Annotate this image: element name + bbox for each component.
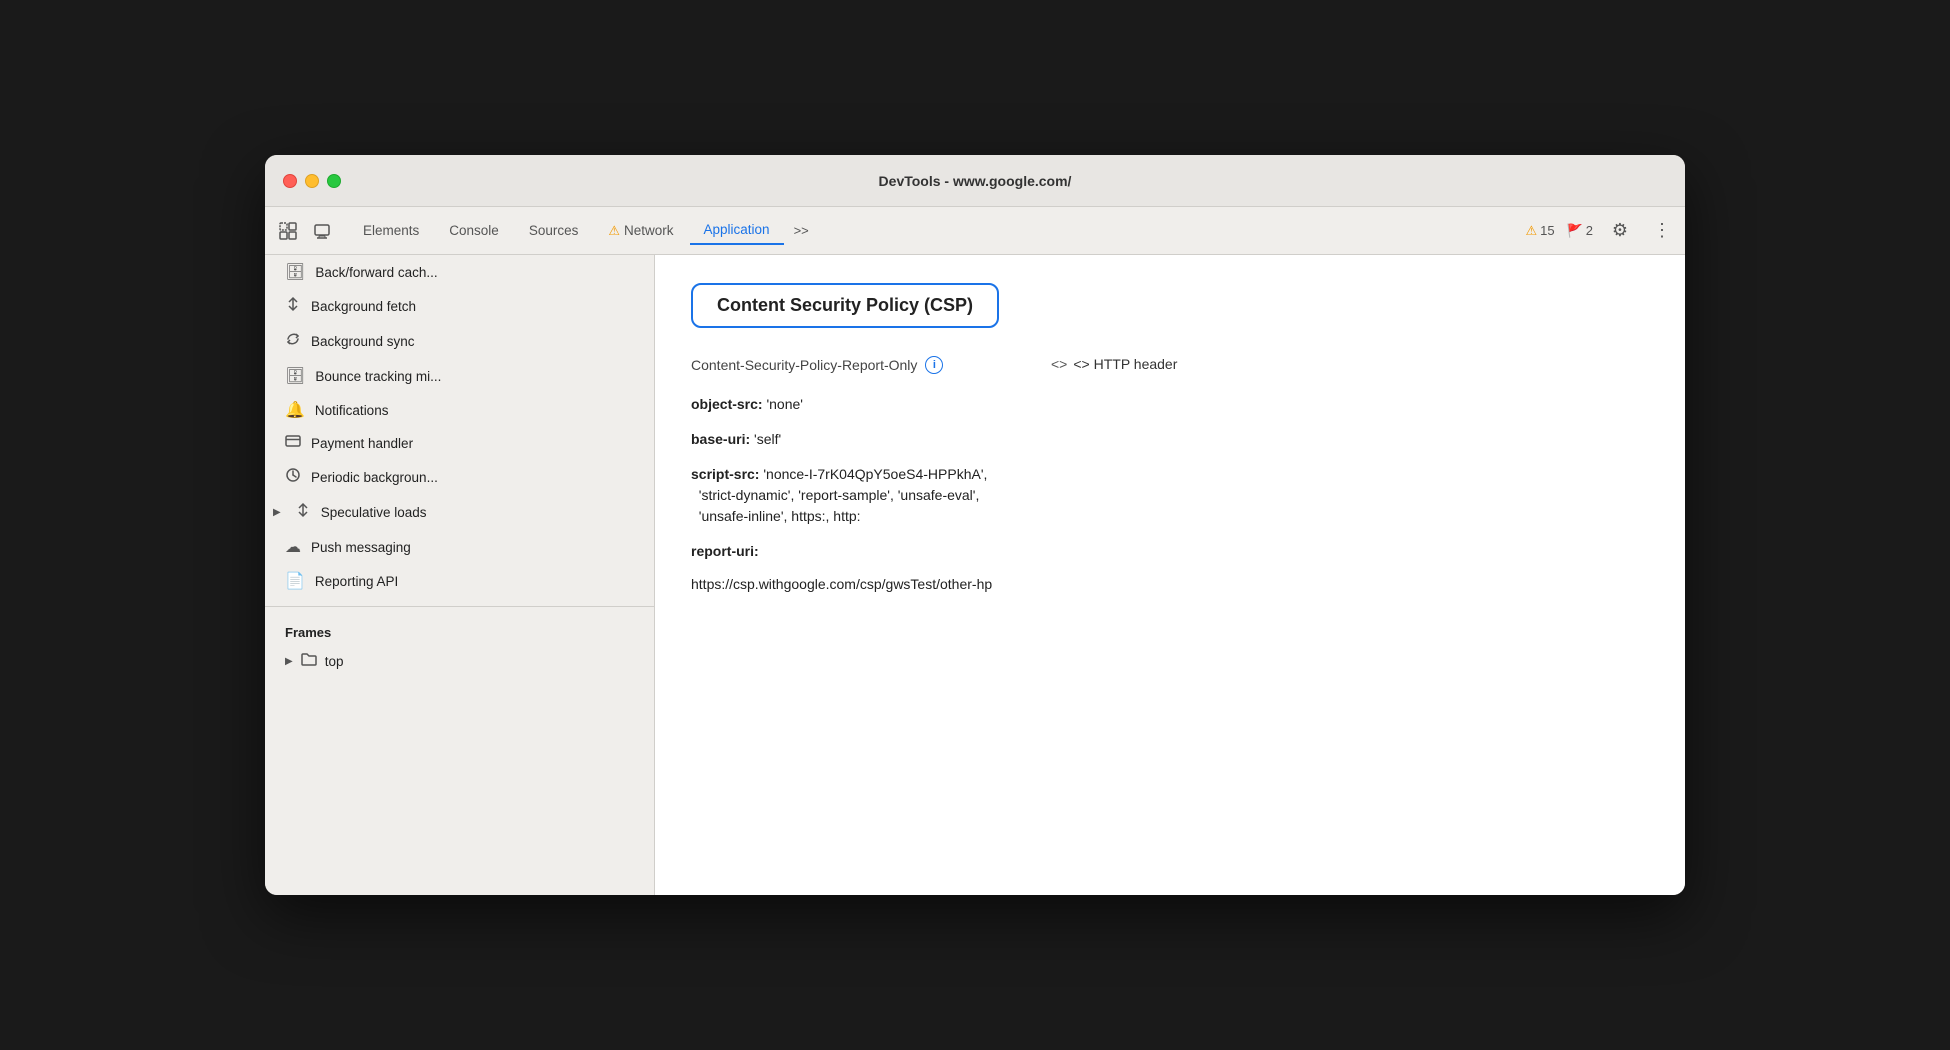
inspect-icon[interactable] <box>273 216 303 246</box>
tab-actions: ⚠ 15 🚩 2 ⚙ ⋮ <box>1525 216 1677 246</box>
directive-key-script-src: script-src: <box>691 466 759 482</box>
csp-policy-row: Content-Security-Policy-Report-Only i <>… <box>691 356 1649 374</box>
sidebar-item-background-fetch[interactable]: Background fetch <box>265 289 654 324</box>
csp-report-url: https://csp.withgoogle.com/csp/gwsTest/o… <box>691 576 1649 592</box>
directive-script-src: script-src: 'nonce-I-7rK04QpY5oeS4-HPPkh… <box>691 464 1649 527</box>
directive-key-report-uri: report-uri: <box>691 543 759 559</box>
tab-network[interactable]: ⚠ Network <box>594 217 687 245</box>
error-count: 2 <box>1586 223 1593 238</box>
sidebar-label-background-fetch: Background fetch <box>311 299 416 314</box>
code-brackets-icon: <> <box>1051 356 1067 372</box>
csp-policy-name: Content-Security-Policy-Report-Only <box>691 357 917 373</box>
csp-policy-source-col: <> <> HTTP header <box>1051 356 1649 372</box>
http-header: <> <> HTTP header <box>1051 356 1649 372</box>
directive-object-src: object-src: 'none' <box>691 394 1649 415</box>
csp-policy-name-col: Content-Security-Policy-Report-Only i <box>691 356 1031 374</box>
directive-key-base-uri: base-uri: <box>691 431 750 447</box>
sidebar-label-payment-handler: Payment handler <box>311 436 413 451</box>
csp-title: Content Security Policy (CSP) <box>717 295 973 315</box>
warning-badge[interactable]: ⚠ 15 <box>1525 223 1554 239</box>
sidebar-label-background-sync: Background sync <box>311 334 415 349</box>
http-header-label: <> HTTP header <box>1073 356 1177 372</box>
frames-folder-icon <box>301 652 317 670</box>
sidebar-label-speculative-loads: Speculative loads <box>321 505 427 520</box>
frames-top-item[interactable]: ▶ top <box>265 646 654 676</box>
error-badge[interactable]: 🚩 2 <box>1567 223 1593 239</box>
title-bar: DevTools - www.google.com/ <box>265 155 1685 207</box>
minimize-button[interactable] <box>305 174 319 188</box>
traffic-lights <box>283 174 341 188</box>
sidebar-item-speculative-loads[interactable]: ▶ Speculative loads <box>265 495 654 530</box>
tab-console[interactable]: Console <box>435 217 513 244</box>
sidebar-item-notifications[interactable]: 🔔 Notifications <box>265 393 654 427</box>
info-icon[interactable]: i <box>925 356 943 374</box>
notifications-icon: 🔔 <box>285 400 305 420</box>
devtools-icon-group <box>273 216 337 246</box>
background-sync-icon <box>285 331 301 352</box>
sidebar-item-reporting-api[interactable]: 📄 Reporting API <box>265 564 654 598</box>
directive-report-uri: report-uri: <box>691 541 1649 562</box>
csp-title-box: Content Security Policy (CSP) <box>691 283 999 328</box>
sidebar-label-periodic-background: Periodic backgroun... <box>311 470 438 485</box>
sidebar-item-back-forward-cache[interactable]: 🗄 Back/forward cach... <box>265 255 654 289</box>
sidebar-item-payment-handler[interactable]: Payment handler <box>265 427 654 460</box>
directive-key-object-src: object-src: <box>691 396 763 412</box>
sidebar-label-push-messaging: Push messaging <box>311 540 411 555</box>
frames-heading: Frames <box>265 615 654 646</box>
more-tabs-button[interactable]: >> <box>786 217 817 244</box>
settings-button[interactable]: ⚙ <box>1605 216 1635 246</box>
tabs-list: Elements Console Sources ⚠ Network Appli… <box>349 216 1525 245</box>
sidebar-label-back-forward: Back/forward cach... <box>315 265 437 280</box>
network-warning-icon: ⚠ <box>608 223 620 239</box>
sidebar-item-push-messaging[interactable]: ☁ Push messaging <box>265 530 654 564</box>
devtools-window: DevTools - www.google.com/ <box>265 155 1685 895</box>
speculative-loads-icon <box>295 502 311 523</box>
sidebar: 🗄 Back/forward cach... Background fetch <box>265 255 655 895</box>
reporting-api-icon: 📄 <box>285 571 305 591</box>
bounce-tracking-icon: 🗄 <box>285 366 305 386</box>
tab-sources[interactable]: Sources <box>515 217 593 244</box>
periodic-background-icon <box>285 467 301 488</box>
tab-bar: Elements Console Sources ⚠ Network Appli… <box>265 207 1685 255</box>
back-forward-cache-icon: 🗄 <box>285 262 305 282</box>
frames-top-label: top <box>325 654 344 669</box>
content-panel: Content Security Policy (CSP) Content-Se… <box>655 255 1685 895</box>
maximize-button[interactable] <box>327 174 341 188</box>
window-title: DevTools - www.google.com/ <box>879 173 1072 189</box>
frames-top-arrow-icon: ▶ <box>285 656 293 667</box>
device-icon[interactable] <box>307 216 337 246</box>
sidebar-item-periodic-background[interactable]: Periodic backgroun... <box>265 460 654 495</box>
more-options-button[interactable]: ⋮ <box>1647 216 1677 246</box>
close-button[interactable] <box>283 174 297 188</box>
sidebar-label-bounce-tracking: Bounce tracking mi... <box>315 369 441 384</box>
tab-application[interactable]: Application <box>690 216 784 245</box>
background-fetch-icon <box>285 296 301 317</box>
sidebar-label-reporting-api: Reporting API <box>315 574 398 589</box>
warning-icon: ⚠ <box>1525 223 1537 239</box>
tab-elements[interactable]: Elements <box>349 217 433 244</box>
payment-handler-icon <box>285 434 301 453</box>
main-area: 🗄 Back/forward cach... Background fetch <box>265 255 1685 895</box>
sidebar-item-background-sync[interactable]: Background sync <box>265 324 654 359</box>
speculative-loads-arrow-icon: ▶ <box>273 507 281 518</box>
warning-count: 15 <box>1540 223 1554 238</box>
directive-base-uri: base-uri: 'self' <box>691 429 1649 450</box>
push-messaging-icon: ☁ <box>285 537 301 557</box>
sidebar-item-bounce-tracking[interactable]: 🗄 Bounce tracking mi... <box>265 359 654 393</box>
error-icon: 🚩 <box>1567 223 1583 239</box>
sidebar-label-notifications: Notifications <box>315 403 389 418</box>
